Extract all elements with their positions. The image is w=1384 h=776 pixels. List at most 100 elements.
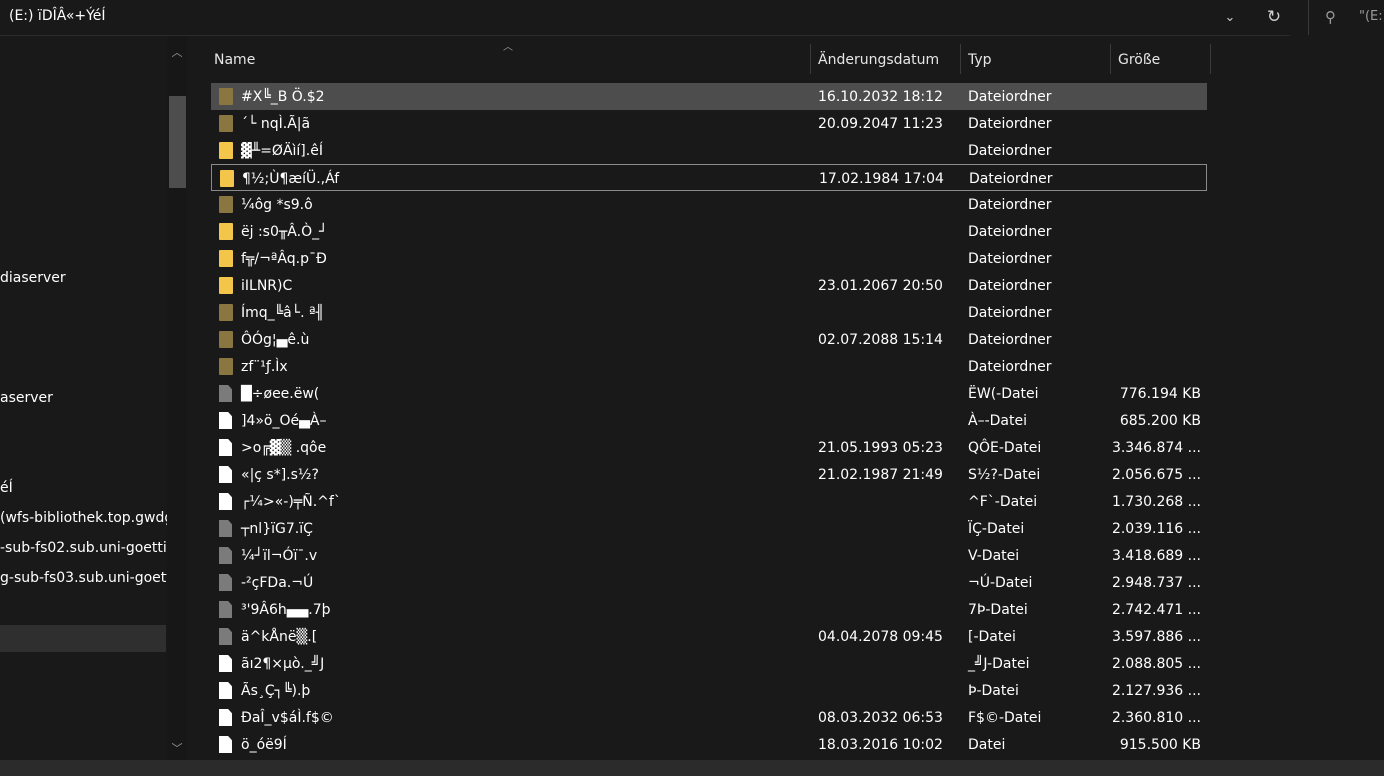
file-name: ▓╨=ØÄìí].êÍ bbox=[241, 143, 323, 159]
list-item[interactable]: █÷øee.ëw(ËW(-Datei 776.194 KB bbox=[211, 380, 1207, 407]
search-input[interactable]: ⚲ "(E:) bbox=[1308, 0, 1384, 35]
file-size: 1.730.268 ... bbox=[1111, 494, 1201, 510]
file-type: V-Datei bbox=[968, 548, 1020, 564]
file-type: Dateiordner bbox=[968, 197, 1052, 213]
column-size[interactable]: Größe bbox=[1118, 52, 1160, 68]
list-item[interactable]: ]4»ö_Oé▄À– À–-Datei 685.200 KB bbox=[211, 407, 1207, 434]
file-name: █÷øee.ëw( bbox=[241, 386, 320, 402]
file-date: 16.10.2032 18:12 bbox=[818, 89, 943, 105]
file-name: ¼┘ïl¬Óï¯.v bbox=[241, 548, 318, 564]
file-type: Dateiordner bbox=[969, 171, 1053, 187]
list-item[interactable]: ä^kÅnë▒.[04.04.2078 09:45 [-Datei 3.597.88… bbox=[211, 623, 1207, 650]
file-date: 04.04.2078 09:45 bbox=[818, 629, 943, 645]
list-item[interactable]: iILNR)C 23.01.2067 20:50 Dateiordner bbox=[211, 272, 1207, 299]
file-type: 7Þ-Datei bbox=[968, 602, 1028, 618]
folder-icon bbox=[219, 142, 233, 159]
folder-icon bbox=[219, 250, 233, 267]
list-item[interactable]: ÔÓg¦▄ê.ù 02.07.2088 15:14 Dateiordner bbox=[211, 326, 1207, 353]
file-name: Ãs¸Ç┐╚).þ bbox=[241, 683, 311, 699]
list-item[interactable]: >o╔▓▒ .qôe 21.05.1993 05:23 QÔE-Datei 3.346… bbox=[211, 434, 1207, 461]
list-item[interactable]: Ímq_╚â└. ª╢ Dateiordner bbox=[211, 299, 1207, 326]
file-icon bbox=[219, 736, 232, 753]
list-item[interactable]: ¼┘ïl¬Óï¯.v V-Datei 3.418.689 ... bbox=[211, 542, 1207, 569]
column-name[interactable]: Name bbox=[214, 52, 255, 68]
file-name: ãı2¶×µò._╝J bbox=[241, 656, 325, 672]
list-item[interactable]: ´└ nqÌ.Ã|ã 20.09.2047 11:23 Dateiordner bbox=[211, 110, 1207, 137]
address-bar[interactable]: (E:) ïDÎÂ«+ÝéÍ ⌄ ↻ bbox=[0, 0, 1290, 36]
list-item[interactable]: ¶½;Ù¶æíÜ.,Áf 17.02.1984 17:04 Dateiordner bbox=[211, 164, 1207, 191]
folder-icon bbox=[219, 88, 233, 105]
list-item[interactable]: -²çFDa.¬Ú ¬Ú-Datei 2.948.737 ... bbox=[211, 569, 1207, 596]
column-type[interactable]: Typ bbox=[968, 52, 992, 68]
nav-item[interactable]: aserver bbox=[0, 390, 53, 406]
file-name: >o╔▓▒ .qôe bbox=[241, 440, 327, 456]
list-item[interactable]: ¼ôg *s9.ô Dateiordner bbox=[211, 191, 1207, 218]
sort-ascending-icon: ︿ bbox=[503, 42, 513, 53]
nav-item[interactable]: éÍ bbox=[0, 480, 13, 496]
file-name: ¶½;Ù¶æíÜ.,Áf bbox=[242, 171, 340, 187]
scroll-up-icon[interactable]: ︿ bbox=[170, 46, 184, 60]
file-icon bbox=[219, 682, 232, 699]
file-name: ┬nl}ïG7.ïÇ bbox=[241, 521, 313, 537]
file-name: ö_óë9Í bbox=[241, 737, 287, 753]
list-item[interactable]: ³'9Â6h▄▄.7þ 7Þ-Datei 2.742.471 ... bbox=[211, 596, 1207, 623]
scroll-down-icon[interactable]: ﹀ bbox=[170, 742, 184, 756]
file-icon bbox=[219, 493, 232, 510]
column-divider[interactable] bbox=[810, 44, 811, 74]
folder-icon bbox=[219, 196, 233, 213]
file-type: Dateiordner bbox=[968, 359, 1052, 375]
list-item[interactable]: ÐaÎ_v$áÌ.f$© 08.03.2032 06:53 F$©-Datei 2.3… bbox=[211, 704, 1207, 731]
nav-item[interactable]: -sub-fs02.sub.uni-goettin bbox=[0, 540, 176, 556]
file-date: 21.02.1987 21:49 bbox=[818, 467, 943, 483]
file-name: ÔÓg¦▄ê.ù bbox=[241, 332, 310, 348]
file-icon bbox=[219, 385, 232, 402]
file-name: ³'9Â6h▄▄.7þ bbox=[241, 602, 331, 618]
file-type: F$©-Datei bbox=[968, 710, 1042, 726]
column-divider[interactable] bbox=[1110, 44, 1111, 74]
file-size: 2.127.936 ... bbox=[1111, 683, 1201, 699]
list-item[interactable]: ┬nl}ïG7.ïÇ ÏÇ-Datei 2.039.116 ... bbox=[211, 515, 1207, 542]
list-item[interactable]: ö_óë9Í 18.03.2016 10:02 Datei 915.500 KB bbox=[211, 731, 1207, 758]
column-divider[interactable] bbox=[1210, 44, 1211, 74]
file-type: ¬Ú-Datei bbox=[968, 575, 1033, 591]
list-item[interactable]: Ãs¸Ç┐╚).þ Þ-Datei 2.127.936 ... bbox=[211, 677, 1207, 704]
file-type: Dateiordner bbox=[968, 305, 1052, 321]
file-list: ︿ Name Änderungsdatum Typ Größe #X╚_B Ö.… bbox=[190, 36, 1384, 760]
file-size: 685.200 KB bbox=[1119, 413, 1201, 429]
file-name: ÐaÎ_v$áÌ.f$© bbox=[241, 710, 334, 726]
list-item[interactable]: ┌¼>«-)╤Ñ.^f` ^F`-Datei 1.730.268 ... bbox=[211, 488, 1207, 515]
list-item[interactable]: f╦/¬ªÂq.p¯Ð Dateiordner bbox=[211, 245, 1207, 272]
file-type: À–-Datei bbox=[968, 413, 1027, 429]
nav-scrollbar-thumb[interactable] bbox=[169, 96, 186, 188]
folder-icon bbox=[219, 115, 233, 132]
file-type: ÏÇ-Datei bbox=[968, 521, 1025, 537]
list-item[interactable]: zf¨¹ƒ.Ìx Dateiordner bbox=[211, 353, 1207, 380]
file-type: S½?-Datei bbox=[968, 467, 1041, 483]
file-size: 776.194 KB bbox=[1119, 386, 1201, 402]
address-path[interactable]: (E:) ïDÎÂ«+ÝéÍ bbox=[9, 8, 106, 24]
nav-item[interactable]: (wfs-bibliothek.top.gwdg. bbox=[0, 510, 178, 526]
file-type: ^F`-Datei bbox=[968, 494, 1038, 510]
nav-item[interactable]: g-sub-fs03.sub.uni-goettin bbox=[0, 570, 185, 586]
file-date: 08.03.2032 06:53 bbox=[818, 710, 943, 726]
list-item[interactable]: ãı2¶×µò._╝J _╝J-Datei 2.088.805 ... bbox=[211, 650, 1207, 677]
refresh-icon[interactable]: ↻ bbox=[1265, 8, 1283, 26]
file-size: 2.039.116 ... bbox=[1111, 521, 1201, 537]
list-item[interactable]: #X╚_B Ö.$2 16.10.2032 18:12 Dateiordner bbox=[211, 83, 1207, 110]
list-item[interactable]: ëj :s0╥Â.Ò_┘ Dateiordner bbox=[211, 218, 1207, 245]
file-icon bbox=[219, 574, 232, 591]
column-date[interactable]: Änderungsdatum bbox=[818, 52, 939, 68]
file-type: Dateiordner bbox=[968, 251, 1052, 267]
horizontal-scrollbar[interactable] bbox=[0, 760, 1384, 776]
chevron-down-icon[interactable]: ⌄ bbox=[1222, 10, 1238, 26]
file-name: iILNR)C bbox=[241, 278, 293, 294]
file-size: 2.056.675 ... bbox=[1111, 467, 1201, 483]
nav-item[interactable]: diaserver bbox=[0, 270, 66, 286]
column-divider[interactable] bbox=[960, 44, 961, 74]
nav-item-selected[interactable] bbox=[0, 625, 166, 652]
file-name: zf¨¹ƒ.Ìx bbox=[241, 359, 288, 375]
file-type: Dateiordner bbox=[968, 116, 1052, 132]
list-item[interactable]: ▓╨=ØÄìí].êÍ Dateiordner bbox=[211, 137, 1207, 164]
list-item[interactable]: «|ç s*].s½? 21.02.1987 21:49 S½?-Datei 2.05… bbox=[211, 461, 1207, 488]
search-placeholder: "(E:) bbox=[1359, 9, 1384, 24]
